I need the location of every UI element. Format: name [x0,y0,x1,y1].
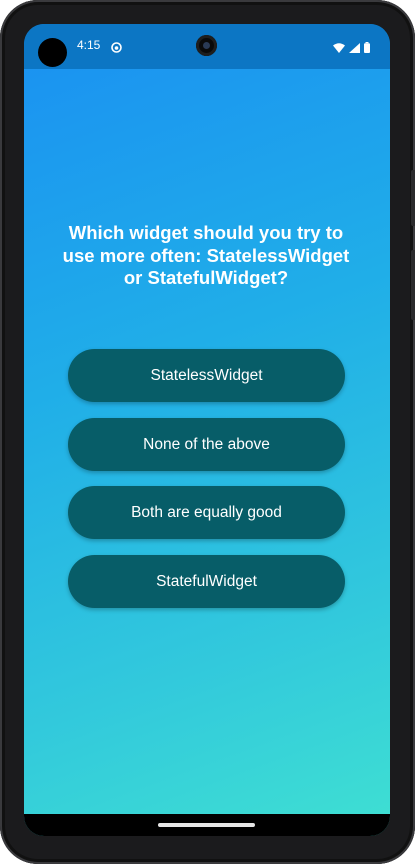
home-gesture-handle[interactable] [158,823,255,827]
answer-button-statefulwidget[interactable]: StatefulWidget [68,555,345,608]
volume-button [411,250,415,320]
answer-button-both-equally-good[interactable]: Both are equally good [68,486,345,539]
wifi-icon [333,40,345,58]
question-text: Which widget should you try to use more … [62,222,350,288]
battery-icon [364,40,370,58]
status-time: 4:15 [77,38,101,52]
answer-button-none-of-the-above[interactable]: None of the above [68,418,345,471]
screen: 4:15 Which widget should you try to use … [24,24,390,836]
front-camera [196,35,217,56]
status-icons [333,40,370,58]
answer-button-statelesswidget[interactable]: StatelessWidget [68,349,345,402]
navigation-bar [24,814,390,836]
status-bar: 4:15 [24,24,390,69]
signal-icon [349,40,360,58]
camera-overlay-dot [38,38,67,67]
power-button [411,170,415,226]
android-debug-icon [111,40,122,53]
phone-frame: 4:15 Which widget should you try to use … [0,0,415,864]
